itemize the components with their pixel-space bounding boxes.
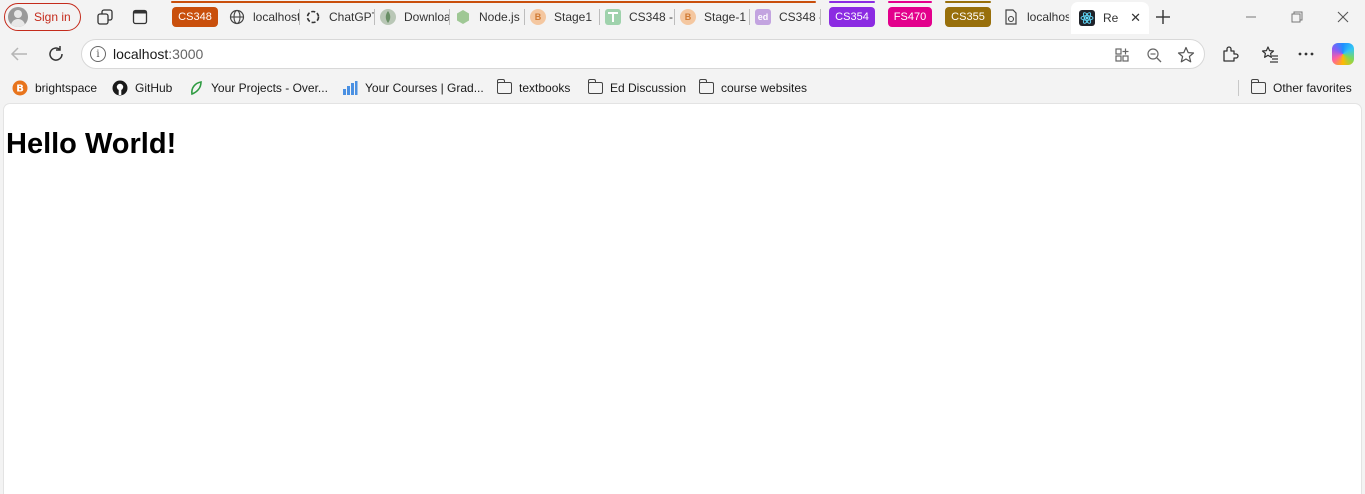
globe-icon	[229, 9, 245, 25]
tab-label: Stage1	[554, 10, 593, 24]
github-icon	[112, 80, 128, 96]
tab-stage-1[interactable]: B Stage-1	[680, 3, 750, 31]
tab-group-cs355-indicator	[945, 1, 991, 3]
folder-icon	[496, 79, 512, 96]
favorites-icon[interactable]	[1259, 43, 1281, 65]
bookmark-github[interactable]: GitHub	[112, 79, 172, 97]
tab-localhost[interactable]: localhost	[229, 3, 300, 31]
tab-localhost-2[interactable]: localhost	[1003, 3, 1069, 31]
more-options-icon[interactable]	[1295, 43, 1317, 65]
folder-icon	[698, 79, 714, 96]
brightspace-icon: B	[680, 9, 696, 25]
extensions-icon[interactable]	[1219, 43, 1241, 65]
sheets-icon	[605, 9, 621, 25]
new-tab-icon[interactable]	[1153, 7, 1173, 27]
svg-text:B: B	[16, 84, 24, 95]
tab-group-fs470[interactable]: FS470	[888, 7, 932, 27]
brightspace-icon: B	[530, 9, 546, 25]
tab-stage1[interactable]: B Stage1	[530, 3, 600, 31]
tab-cs348-ed[interactable]: ed CS348 -	[755, 3, 821, 31]
tab-label: localhost	[1027, 10, 1069, 24]
folder-icon	[587, 79, 603, 96]
openai-icon	[305, 9, 321, 25]
mongodb-icon	[380, 9, 396, 25]
bookmark-folder-textbooks[interactable]: textbooks	[496, 79, 570, 97]
bookmarks-bar: B brightspace GitHub Your Projects - Ove…	[0, 74, 1365, 102]
page-viewport: Hello World!	[3, 103, 1362, 494]
bookmark-label: Other favorites	[1273, 81, 1352, 95]
bookmark-folder-course-websites[interactable]: course websites	[698, 79, 807, 97]
bookmark-label: GitHub	[135, 81, 173, 95]
tab-group-cs354[interactable]: CS354	[829, 7, 875, 27]
page-heading: Hello World!	[6, 128, 177, 160]
bookmark-label: Ed Discussion	[610, 81, 687, 95]
bookmark-brightspace[interactable]: B brightspace	[12, 79, 97, 97]
bookmark-other-favorites[interactable]: Other favorites	[1250, 79, 1352, 97]
toolbar: i localhost:3000	[0, 34, 1365, 74]
tab-label: Download	[404, 10, 450, 24]
page-icon	[1003, 9, 1019, 25]
tab-actions-icon[interactable]	[130, 7, 150, 27]
brightspace-icon: B	[12, 80, 28, 96]
bookmark-your-projects[interactable]: Your Projects - Over...	[188, 79, 328, 97]
zoom-out-icon[interactable]	[1144, 45, 1164, 65]
active-tab[interactable]: Re ✕	[1071, 2, 1149, 34]
restore-icon[interactable]	[1277, 6, 1317, 28]
minimize-icon[interactable]	[1231, 6, 1271, 28]
copilot-icon[interactable]	[1332, 43, 1354, 65]
browser-window: Sign in CS348 localhost ChatGPT Downloa …	[0, 0, 1365, 494]
bookmark-folder-ed-discussion[interactable]: Ed Discussion	[587, 79, 686, 97]
active-tab-label: Re	[1103, 11, 1119, 25]
ed-icon: ed	[755, 9, 771, 25]
favorite-star-icon[interactable]	[1176, 45, 1196, 65]
tab-download[interactable]: Download	[380, 3, 450, 31]
tab-group-fs470-indicator	[888, 1, 932, 3]
react-icon	[1079, 10, 1095, 26]
refresh-button[interactable]	[45, 43, 67, 65]
workspaces-icon[interactable]	[95, 7, 115, 27]
tab-label: Stage-1	[704, 10, 747, 24]
bookmark-label: brightspace	[35, 81, 98, 95]
tab-group-cs348[interactable]: CS348	[172, 7, 218, 27]
app-available-icon[interactable]	[1112, 45, 1132, 65]
close-tab-icon[interactable]: ✕	[1130, 10, 1141, 26]
tab-cs348-sheet[interactable]: CS348 -	[605, 3, 675, 31]
profile-label: Sign in	[34, 10, 71, 24]
back-button[interactable]	[8, 43, 30, 65]
nodejs-icon	[455, 9, 471, 25]
bookmarks-divider	[1238, 80, 1239, 96]
close-window-icon[interactable]	[1323, 6, 1363, 28]
tab-label: localhost	[253, 10, 300, 24]
folder-icon	[1250, 79, 1266, 96]
bookmark-label: course websites	[721, 81, 808, 95]
tab-group-cs354-indicator	[829, 1, 875, 3]
bar-chart-icon	[342, 80, 358, 96]
bookmark-label: Your Projects - Over...	[211, 81, 328, 95]
avatar-icon	[8, 7, 28, 27]
tab-label: ChatGPT	[329, 10, 375, 24]
bookmark-label: Your Courses | Grad...	[365, 81, 484, 95]
bookmark-your-courses[interactable]: Your Courses | Grad...	[342, 79, 484, 97]
leaf-icon	[188, 80, 204, 96]
tab-chatgpt[interactable]: ChatGPT	[305, 3, 375, 31]
address-bar[interactable]: i localhost:3000	[81, 39, 1205, 69]
site-info-icon[interactable]: i	[90, 46, 106, 62]
bookmark-label: textbooks	[519, 81, 571, 95]
profile-button[interactable]: Sign in	[4, 3, 81, 31]
tab-label: CS348 -	[629, 10, 674, 24]
address-url[interactable]: localhost:3000	[113, 46, 203, 62]
tab-nodejs[interactable]: Node.js	[455, 3, 525, 31]
tab-group-cs355[interactable]: CS355	[945, 7, 991, 27]
tab-strip: Sign in CS348 localhost ChatGPT Downloa …	[0, 0, 1365, 34]
tab-label: Node.js	[479, 10, 520, 24]
tab-label: CS348 -	[779, 10, 821, 24]
